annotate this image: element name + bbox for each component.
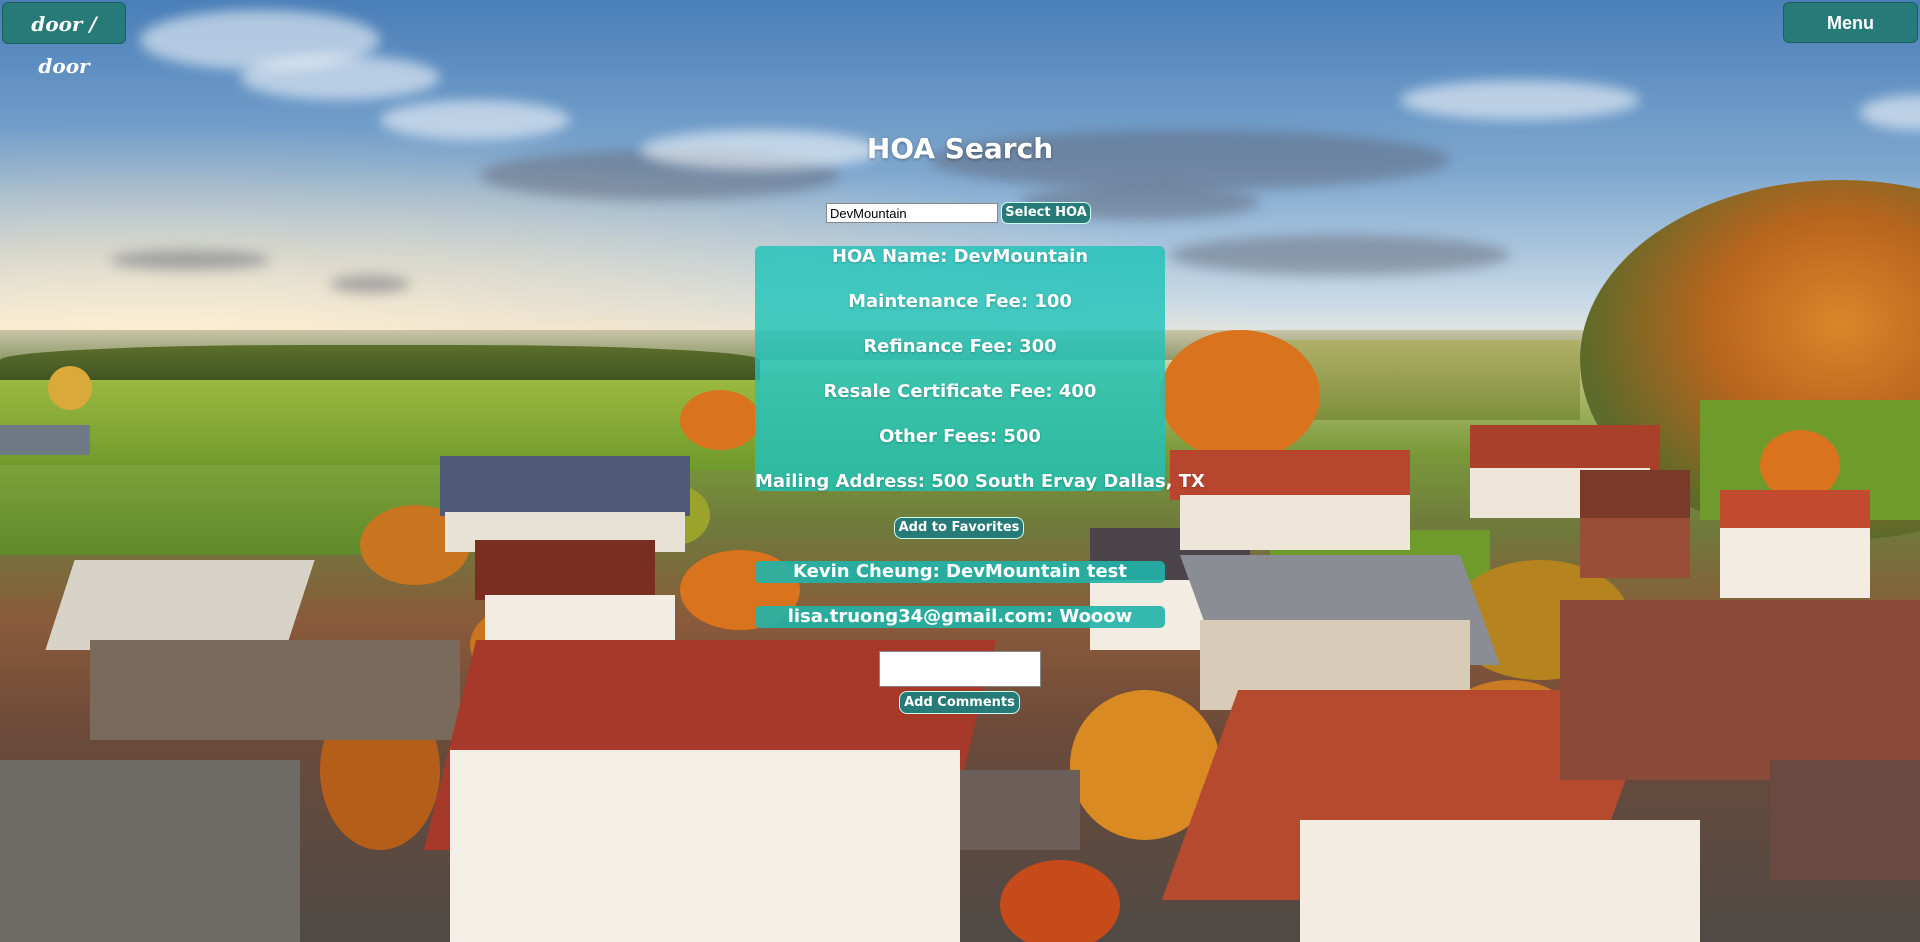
maintenance-fee: Maintenance Fee: 100 (848, 291, 1072, 312)
hoa-details-card (755, 246, 1165, 491)
road (0, 760, 300, 942)
house-roof (440, 456, 690, 516)
house-wall (1720, 528, 1870, 598)
house-roof (1560, 600, 1920, 780)
house-roof (45, 560, 315, 650)
house-roof (1170, 450, 1410, 500)
house-wall (1180, 495, 1410, 550)
add-to-favorites-button[interactable]: Add to Favorites (894, 517, 1024, 539)
comment-item: lisa.truong34@gmail.com: Wooow (755, 606, 1165, 628)
menu-button[interactable]: Menu (1783, 2, 1918, 43)
app-logo[interactable]: door / door (2, 2, 126, 78)
cloud (330, 275, 410, 293)
house-wall (90, 640, 460, 740)
house-wall (450, 750, 960, 942)
house-roof (475, 540, 655, 600)
mailing-address: Mailing Address: 500 South Ervay Dallas,… (755, 471, 1205, 492)
refinance-fee: Refinance Fee: 300 (863, 336, 1057, 357)
select-hoa-button[interactable]: Select HOA (1001, 202, 1091, 224)
cloud (380, 100, 570, 140)
tree (48, 366, 92, 410)
cloud (240, 55, 440, 100)
house-roof (1470, 425, 1660, 470)
house-roof (960, 770, 1080, 850)
green-field (1280, 340, 1580, 420)
tree (1000, 860, 1120, 942)
resale-certificate-fee: Resale Certificate Fee: 400 (823, 381, 1097, 402)
cloud (110, 250, 270, 270)
comment-item: Kevin Cheung: DevMountain test (755, 561, 1165, 583)
cloud (1400, 80, 1640, 120)
hoa-name: HOA Name: DevMountain (831, 246, 1089, 267)
other-fees: Other Fees: 500 (879, 426, 1041, 447)
hoa-search-input[interactable] (826, 203, 998, 223)
comment-input[interactable] (879, 651, 1041, 687)
house-roof (1580, 470, 1690, 520)
house-roof (1720, 490, 1870, 530)
tree-line (0, 345, 760, 383)
house-wall (1580, 518, 1690, 578)
house-roof (1770, 760, 1920, 880)
tree (1160, 330, 1320, 460)
house-roof (0, 425, 90, 455)
cloud (1170, 235, 1510, 275)
house-wall (1300, 820, 1700, 942)
page-title: HOA Search (866, 132, 1054, 165)
tree (680, 390, 760, 450)
add-comments-button[interactable]: Add Comments (899, 691, 1020, 714)
